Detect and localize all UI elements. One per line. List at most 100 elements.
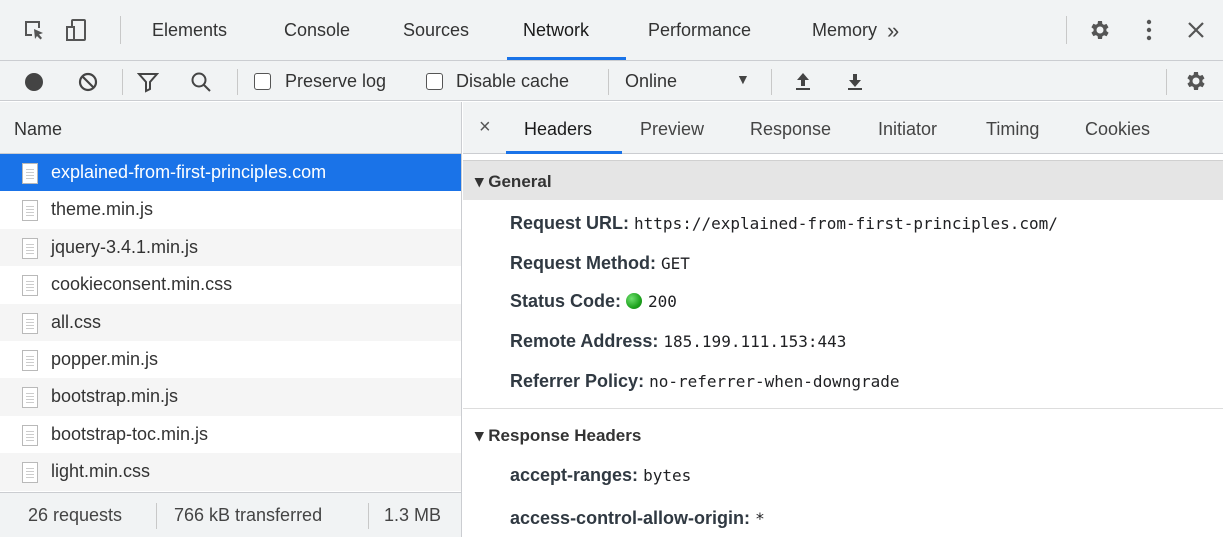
details-tab-bar: × Headers Preview Response Initiator Tim… bbox=[463, 102, 1223, 154]
preserve-log-label: Preserve log bbox=[285, 71, 387, 91]
clear-icon[interactable] bbox=[78, 72, 98, 92]
document-icon bbox=[22, 200, 38, 222]
acao-row: access-control-allow-origin: * bbox=[510, 508, 765, 529]
request-list-panel: Name explained-from-first-principles.com… bbox=[0, 102, 462, 537]
document-icon bbox=[22, 387, 38, 409]
resource-size: 1.3 MB bbox=[384, 505, 442, 525]
summary-bar: 26 requests 766 kB transferred 1.3 MB bbox=[0, 492, 461, 537]
divider bbox=[156, 503, 157, 529]
request-name: bootstrap-toc.min.js bbox=[51, 423, 209, 444]
status-ok-icon bbox=[626, 293, 643, 309]
inspect-element-icon[interactable] bbox=[22, 18, 46, 42]
divider bbox=[771, 69, 772, 95]
request-name: all.css bbox=[51, 311, 102, 332]
active-subtab-indicator bbox=[506, 151, 622, 154]
throttling-select[interactable]: Online bbox=[625, 71, 677, 92]
import-har-icon[interactable] bbox=[793, 70, 813, 92]
device-toolbar-icon[interactable] bbox=[66, 18, 90, 42]
status-code-row: Status Code: 200 bbox=[510, 291, 677, 312]
request-name: bootstrap.min.js bbox=[51, 386, 179, 407]
preserve-log-checkbox[interactable] bbox=[254, 73, 271, 90]
referrer-policy-row: Referrer Policy: no-referrer-when-downgr… bbox=[510, 371, 900, 392]
status-code-key: Status Code: bbox=[510, 291, 622, 311]
request-row[interactable]: bootstrap-toc.min.js bbox=[0, 416, 461, 453]
more-options-icon[interactable] bbox=[1137, 18, 1161, 42]
tab-performance[interactable]: Performance bbox=[648, 20, 751, 41]
tab-initiator[interactable]: Initiator bbox=[878, 119, 937, 140]
document-icon bbox=[22, 312, 38, 334]
acao-value: * bbox=[755, 509, 765, 528]
accept-ranges-key: accept-ranges: bbox=[510, 465, 639, 485]
document-icon bbox=[22, 237, 38, 259]
document-icon bbox=[22, 349, 38, 371]
tab-console[interactable]: Console bbox=[284, 20, 350, 41]
tab-timing[interactable]: Timing bbox=[986, 119, 1039, 140]
response-headers-section-header[interactable]: ▾ Response Headers bbox=[463, 408, 1223, 448]
name-column-header[interactable]: Name bbox=[0, 102, 461, 154]
general-section-title: ▾ General bbox=[475, 172, 552, 191]
network-settings-icon[interactable] bbox=[1183, 69, 1207, 93]
tab-cookies[interactable]: Cookies bbox=[1085, 119, 1150, 140]
request-url-row: Request URL: https://explained-from-firs… bbox=[510, 213, 1058, 234]
close-icon[interactable] bbox=[1184, 18, 1208, 42]
divider bbox=[1066, 16, 1067, 44]
request-name: theme.min.js bbox=[51, 199, 154, 220]
close-details-icon[interactable]: × bbox=[479, 116, 491, 139]
export-har-icon[interactable] bbox=[845, 70, 865, 92]
request-row[interactable]: cookieconsent.min.css bbox=[0, 266, 461, 303]
request-row[interactable]: theme.min.js bbox=[0, 191, 461, 228]
tab-headers[interactable]: Headers bbox=[524, 119, 592, 140]
network-toolbar: Preserve log Disable cache Online ▼ bbox=[0, 61, 1223, 101]
request-row[interactable]: popper.min.js bbox=[0, 341, 461, 378]
remote-address-row: Remote Address: 185.199.111.153:443 bbox=[510, 331, 846, 352]
document-icon bbox=[22, 424, 38, 446]
tab-sources[interactable]: Sources bbox=[403, 20, 469, 41]
request-name: explained-from-first-principles.com bbox=[51, 162, 327, 182]
referrer-policy-key: Referrer Policy: bbox=[510, 371, 645, 391]
document-icon bbox=[22, 163, 38, 184]
request-method-row: Request Method: GET bbox=[510, 253, 690, 274]
document-icon bbox=[22, 462, 38, 484]
remote-address-value: 185.199.111.153:443 bbox=[663, 332, 847, 351]
request-name: jquery-3.4.1.min.js bbox=[51, 236, 199, 257]
active-tab-indicator bbox=[507, 57, 626, 60]
request-name: light.min.css bbox=[51, 461, 151, 482]
request-name: popper.min.js bbox=[51, 348, 159, 369]
response-headers-section-title: ▾ Response Headers bbox=[475, 426, 642, 445]
disable-cache-checkbox[interactable] bbox=[426, 73, 443, 90]
disable-cache-label: Disable cache bbox=[456, 71, 570, 91]
tab-elements[interactable]: Elements bbox=[152, 20, 227, 41]
search-icon[interactable] bbox=[190, 71, 212, 93]
general-section-header[interactable]: ▾ General bbox=[463, 160, 1223, 200]
request-row[interactable]: jquery-3.4.1.min.js bbox=[0, 228, 461, 267]
tab-response[interactable]: Response bbox=[750, 119, 831, 140]
gear-icon[interactable] bbox=[1087, 18, 1111, 42]
request-details-panel: × Headers Preview Response Initiator Tim… bbox=[463, 102, 1223, 537]
request-name: cookieconsent.min.css bbox=[51, 274, 233, 295]
divider bbox=[368, 503, 369, 529]
filter-icon[interactable] bbox=[137, 71, 159, 93]
request-method-value: GET bbox=[661, 254, 690, 273]
divider bbox=[120, 16, 121, 44]
tab-network[interactable]: Network bbox=[523, 20, 589, 41]
request-url-value: https://explained-from-first-principles.… bbox=[634, 214, 1058, 233]
remote-address-key: Remote Address: bbox=[510, 331, 659, 351]
tab-memory[interactable]: Memory bbox=[812, 20, 877, 41]
request-url-key: Request URL: bbox=[510, 213, 630, 233]
more-tabs-button[interactable]: » bbox=[887, 18, 899, 44]
record-icon[interactable] bbox=[24, 72, 44, 92]
status-code-value: 200 bbox=[648, 292, 677, 311]
tab-preview[interactable]: Preview bbox=[640, 119, 704, 140]
accept-ranges-value: bytes bbox=[643, 466, 692, 485]
request-row[interactable]: light.min.css bbox=[0, 453, 461, 491]
divider bbox=[122, 69, 123, 95]
request-row[interactable]: explained-from-first-principles.com bbox=[0, 154, 461, 192]
name-column-label: Name bbox=[14, 119, 63, 139]
request-row[interactable]: all.css bbox=[0, 303, 461, 341]
divider bbox=[608, 69, 609, 95]
transferred-size: 766 kB transferred bbox=[174, 505, 323, 525]
chevron-down-icon[interactable]: ▼ bbox=[736, 71, 750, 87]
divider bbox=[237, 69, 238, 95]
document-icon bbox=[22, 275, 38, 297]
request-row[interactable]: bootstrap.min.js bbox=[0, 378, 461, 416]
